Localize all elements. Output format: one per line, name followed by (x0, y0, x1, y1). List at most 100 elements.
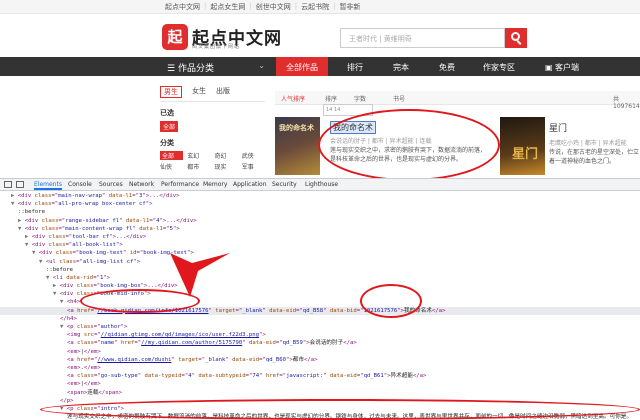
dom-node[interactable]: <a href =" //book.qidian.com/info/10216175… (0, 306, 640, 315)
nav-author-zone[interactable]: 作家专区 (474, 57, 524, 76)
dom-node[interactable]: ::before (0, 266, 640, 274)
category-option[interactable]: 仙侠 (160, 162, 183, 171)
dom-node[interactable]: ▼ <div class="book-img-text" id="book-im… (0, 249, 640, 257)
dom-node[interactable]: ▶ <div class="tool-bar cf">...</div> (0, 233, 640, 241)
dom-node[interactable]: <span>连载</span> (0, 389, 640, 397)
tab-lighthouse[interactable]: Lighthouse (305, 181, 338, 188)
dom-node[interactable]: ▼ <div class="all-pro-wrap box-center cf… (0, 200, 640, 208)
dom-tree[interactable]: ▶ <div class="main-nav-wrap" data-l1="3"… (0, 192, 640, 420)
tab-security[interactable]: Security (272, 181, 297, 188)
dom-node[interactable]: ▼ <li data-rid="1"> (0, 274, 640, 282)
dom-node[interactable]: ▼ <div class="main-content-wrap fl" data… (0, 225, 640, 233)
category-option[interactable]: 现实 (215, 162, 238, 171)
dom-token: class (77, 340, 94, 347)
expand-toggle-icon[interactable]: ▼ (39, 259, 46, 265)
expand-toggle-icon[interactable]: ▶ (25, 234, 32, 240)
expand-toggle-icon[interactable]: ▼ (60, 406, 67, 412)
sort-option[interactable]: 排序 (325, 94, 337, 103)
dom-node[interactable]: </h4> (0, 315, 640, 323)
book-title-link[interactable]: 星门 (549, 121, 567, 134)
dom-node[interactable]: ▼ <p class="author"> (0, 323, 640, 331)
tab-console[interactable]: Console (68, 181, 92, 188)
sort-option[interactable]: 字数 (354, 94, 366, 103)
search-input[interactable]: 王者时代 | 黄维明奇 (340, 28, 505, 48)
dom-node[interactable]: ▼ <h4> (0, 298, 640, 306)
dom-token: all-img-list cf (82, 258, 134, 265)
category-option[interactable]: 武侠 (242, 151, 265, 160)
nav-completed[interactable]: 完本 (382, 57, 420, 76)
expand-toggle-icon[interactable]: ▼ (11, 201, 18, 207)
nav-free[interactable]: 免费 (428, 57, 466, 76)
tab-female[interactable]: 女生 (192, 86, 206, 98)
site-link[interactable]: 起点中文网 (165, 2, 200, 12)
site-link[interactable]: 云起书院 (301, 2, 329, 12)
category-option[interactable]: 军事 (242, 162, 265, 171)
expand-toggle-icon[interactable]: ▼ (60, 299, 67, 305)
expand-toggle-icon[interactable]: ▶ (18, 218, 25, 224)
inspect-element-icon[interactable] (4, 181, 12, 188)
dom-node[interactable]: ▶ <div class="range-sidebar fl" data-l1=… (0, 217, 640, 225)
dom-node[interactable]: 莲与现实交织之中，求密的鹅肢有哭下，数据流淌的前落，是科技革命之后的世界，也是现… (0, 413, 640, 420)
nav-client-app[interactable]: ▣ 客户端 (532, 57, 592, 76)
category-menu-button[interactable]: ☰ 作品分类 ⌄ (163, 57, 273, 76)
tab-male[interactable]: 男生 (160, 86, 182, 98)
dom-token: " (114, 340, 121, 347)
tab-application[interactable]: Application (233, 181, 267, 188)
dom-node[interactable]: </p> (0, 397, 640, 405)
qidian-logo-icon[interactable]: 起 (162, 24, 188, 50)
dom-node[interactable]: ▼ <div class="all-book-list"> (0, 241, 640, 249)
expand-toggle-icon[interactable]: ▶ (53, 283, 60, 289)
tab-elements[interactable]: Elements (34, 181, 62, 190)
tab-memory[interactable]: Memory (203, 181, 227, 188)
dom-node[interactable]: <em>|</em> (0, 380, 640, 388)
sort-option[interactable]: 书号 (393, 94, 405, 103)
dom-node[interactable]: <a href="//www.qidian.com/dushi" target=… (0, 356, 640, 364)
tab-publish[interactable]: 出版 (216, 86, 230, 98)
dom-node[interactable]: <em>|</em> (0, 348, 640, 356)
expand-toggle-icon[interactable]: ▼ (18, 226, 25, 232)
search-button[interactable] (505, 28, 527, 48)
category-option[interactable]: 玄幻 (187, 151, 210, 160)
site-link[interactable]: 创世中文网 (256, 2, 291, 12)
category-option[interactable]: 都市 (187, 162, 210, 171)
dom-node[interactable]: <em>.</em> (0, 364, 640, 372)
site-link[interactable]: 暂非新 (339, 2, 360, 12)
device-toolbar-icon[interactable] (16, 181, 24, 188)
site-link[interactable]: 起点女生网 (210, 2, 245, 12)
selected-tag[interactable]: 全部 (160, 121, 179, 132)
tab-sources[interactable]: Sources (99, 181, 123, 188)
expand-toggle-icon[interactable]: ▼ (46, 275, 53, 281)
sort-popularity[interactable]: 人气排序 (281, 94, 305, 103)
category-option[interactable]: 全部 (160, 151, 184, 160)
tab-network[interactable]: Network (129, 181, 154, 188)
dom-node[interactable]: ::before (0, 208, 640, 216)
dom-node[interactable]: <a class="name" href="//my.qidian.com/au… (0, 339, 640, 347)
expand-toggle-icon[interactable]: ▼ (60, 324, 67, 330)
nav-ranking[interactable]: 排行 (336, 57, 374, 76)
nav-all-works[interactable]: 全部作品 (276, 57, 328, 76)
book-cover[interactable]: 我的命名术 (275, 117, 320, 175)
expand-toggle-icon[interactable]: ▶ (11, 193, 18, 199)
dom-node[interactable]: ▶ <div class="main-nav-wrap" data-l1="3"… (0, 192, 640, 200)
dom-token: //my.qidian.com/author/5175790 (141, 340, 243, 347)
dom-token: class (59, 258, 77, 265)
dom-node[interactable]: ▶ <div class="book-img-box">...</div> (0, 282, 640, 290)
book-intro: 莲与现实交织之中，求密的鹅肢有哭下，数据流淌的前落，是科技革命之后的世界，也是现… (330, 147, 487, 163)
dom-node[interactable]: <img src="//qidian.gtimg.com/qd/images/i… (0, 331, 640, 339)
dom-token: data-eid (269, 307, 297, 314)
dom-token: 我的命名术 (403, 307, 432, 314)
dom-token: </a> (343, 340, 357, 347)
dom-node[interactable]: ▼ <p class="intro"> (0, 405, 640, 413)
category-option[interactable]: 奇幻 (215, 151, 238, 160)
expand-toggle-icon[interactable]: ▼ (32, 250, 39, 256)
dom-node[interactable]: ▼ <div class="book-mid-info"> (0, 290, 640, 298)
dom-node[interactable]: <a class="go-sub-type" data-typeid="4" d… (0, 372, 640, 380)
dom-node[interactable]: ▼ <ul class="all-img-list cf"> (0, 258, 640, 266)
book-title-link[interactable]: 我的命名术 (330, 121, 376, 134)
expand-toggle-icon[interactable]: ▼ (53, 291, 60, 297)
dom-token: "> (187, 250, 194, 257)
dom-token: _blank (242, 307, 263, 314)
tab-performance[interactable]: Performance (161, 181, 199, 188)
book-cover[interactable]: 星门 (500, 117, 545, 175)
expand-toggle-icon[interactable]: ▼ (25, 242, 32, 248)
